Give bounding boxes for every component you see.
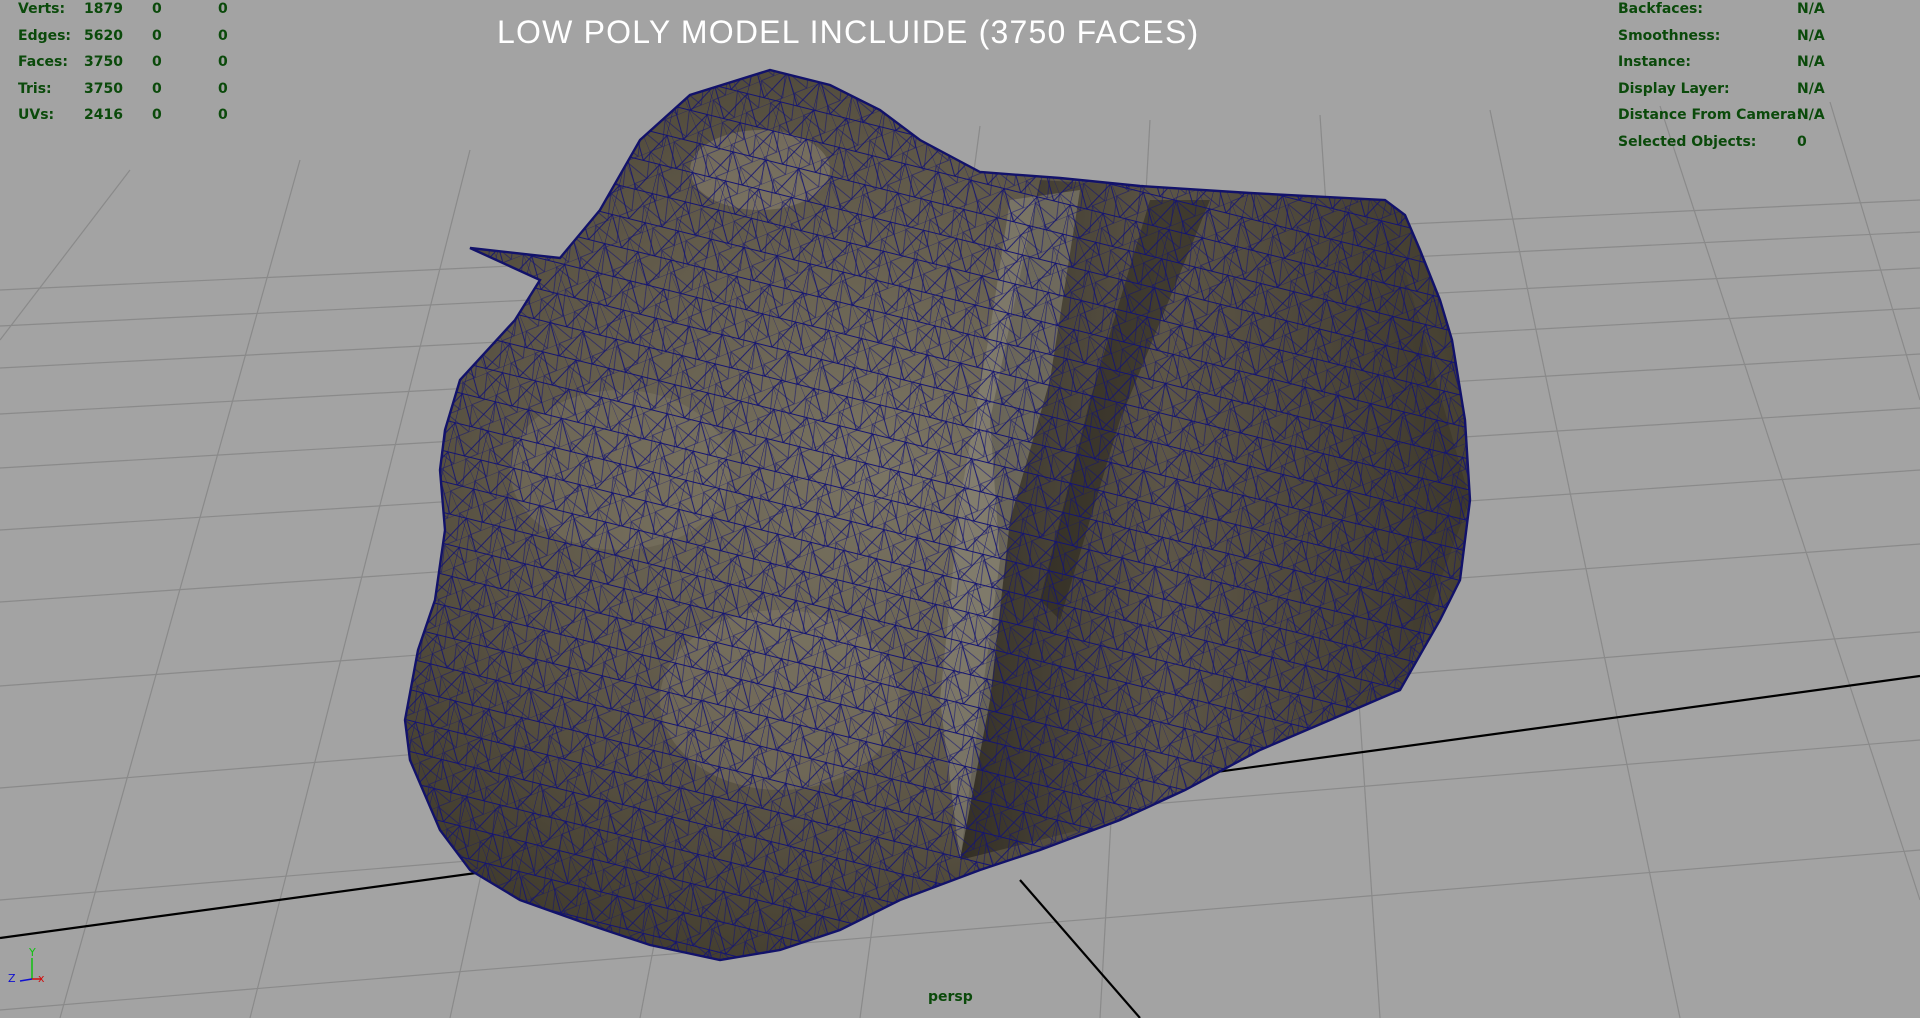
hud-value: N/A xyxy=(1797,80,1825,97)
hud-value: 3750 xyxy=(84,54,123,70)
hud-value: 5620 xyxy=(84,27,123,44)
hud-label: Smoothness: xyxy=(1618,27,1721,44)
hud-label: Faces: xyxy=(18,54,68,70)
hud-row: Tris: 3750 0 0 xyxy=(18,76,248,103)
hud-label: Tris: xyxy=(18,80,52,97)
hud-value: 0 xyxy=(152,27,162,44)
view-axis-gizmo: Y x Z xyxy=(8,946,45,985)
hud-row: Display Layer: N/A xyxy=(1618,76,1857,103)
perspective-viewport[interactable]: LOW POLY MODEL INCLUIDE (3750 FACES) Ver… xyxy=(0,0,1920,1018)
hud-label: UVs: xyxy=(18,107,55,123)
hud-value: 0 xyxy=(152,107,162,123)
hud-value: N/A xyxy=(1797,107,1825,123)
z-axis-line xyxy=(19,978,33,982)
hud-row: Faces: 3750 0 0 xyxy=(18,49,248,76)
z-axis-label: Z xyxy=(8,972,16,985)
hud-row: Backfaces: N/A xyxy=(1618,0,1857,23)
hud-value: N/A xyxy=(1797,54,1825,70)
hud-value: 1879 xyxy=(84,1,123,17)
overlay-title: LOW POLY MODEL INCLUIDE (3750 FACES) xyxy=(497,14,1200,50)
camera-name-label: persp xyxy=(928,989,973,1005)
object-details-hud: Backfaces: N/A Smoothness: N/A Instance: N/A D… xyxy=(1618,0,1857,155)
hud-value: 0 xyxy=(218,27,228,44)
hud-label: Selected Objects: xyxy=(1618,133,1757,150)
x-axis-label: x xyxy=(38,972,45,985)
hud-value: N/A xyxy=(1797,27,1825,44)
rock-model[interactable] xyxy=(380,60,1500,980)
y-axis-label: Y xyxy=(28,946,36,959)
hud-row: Edges: 5620 0 0 xyxy=(18,23,248,50)
hud-label: Backfaces: xyxy=(1618,1,1703,17)
hud-row: Selected Objects: 0 xyxy=(1618,129,1857,156)
hud-row: Instance: N/A xyxy=(1618,49,1857,76)
hud-value: 0 xyxy=(218,1,228,17)
hud-value: 0 xyxy=(218,80,228,97)
hud-value: N/A xyxy=(1797,1,1825,17)
hud-value: 0 xyxy=(218,107,228,123)
hud-row: Distance From Camera: N/A xyxy=(1618,102,1857,129)
hud-value: 0 xyxy=(152,54,162,70)
hud-label: Display Layer: xyxy=(1618,80,1730,97)
hud-label: Verts: xyxy=(18,1,66,17)
hud-value: 0 xyxy=(1797,133,1807,150)
hud-value: 3750 xyxy=(84,80,123,97)
hud-row: UVs: 2416 0 0 xyxy=(18,102,248,129)
hud-label: Edges: xyxy=(18,27,72,44)
hud-label: Instance: xyxy=(1618,54,1692,70)
hud-value: 0 xyxy=(152,80,162,97)
hud-label: Distance From Camera: xyxy=(1618,107,1802,123)
hud-row: Smoothness: N/A xyxy=(1618,23,1857,50)
hud-value: 0 xyxy=(218,54,228,70)
poly-count-hud: Verts: 1879 0 0 Edges: 5620 0 0 Faces: 3750 0 0 Tris… xyxy=(18,0,248,129)
hud-value: 0 xyxy=(152,1,162,17)
hud-row: Verts: 1879 0 0 xyxy=(18,0,248,23)
hud-value: 2416 xyxy=(84,107,123,123)
